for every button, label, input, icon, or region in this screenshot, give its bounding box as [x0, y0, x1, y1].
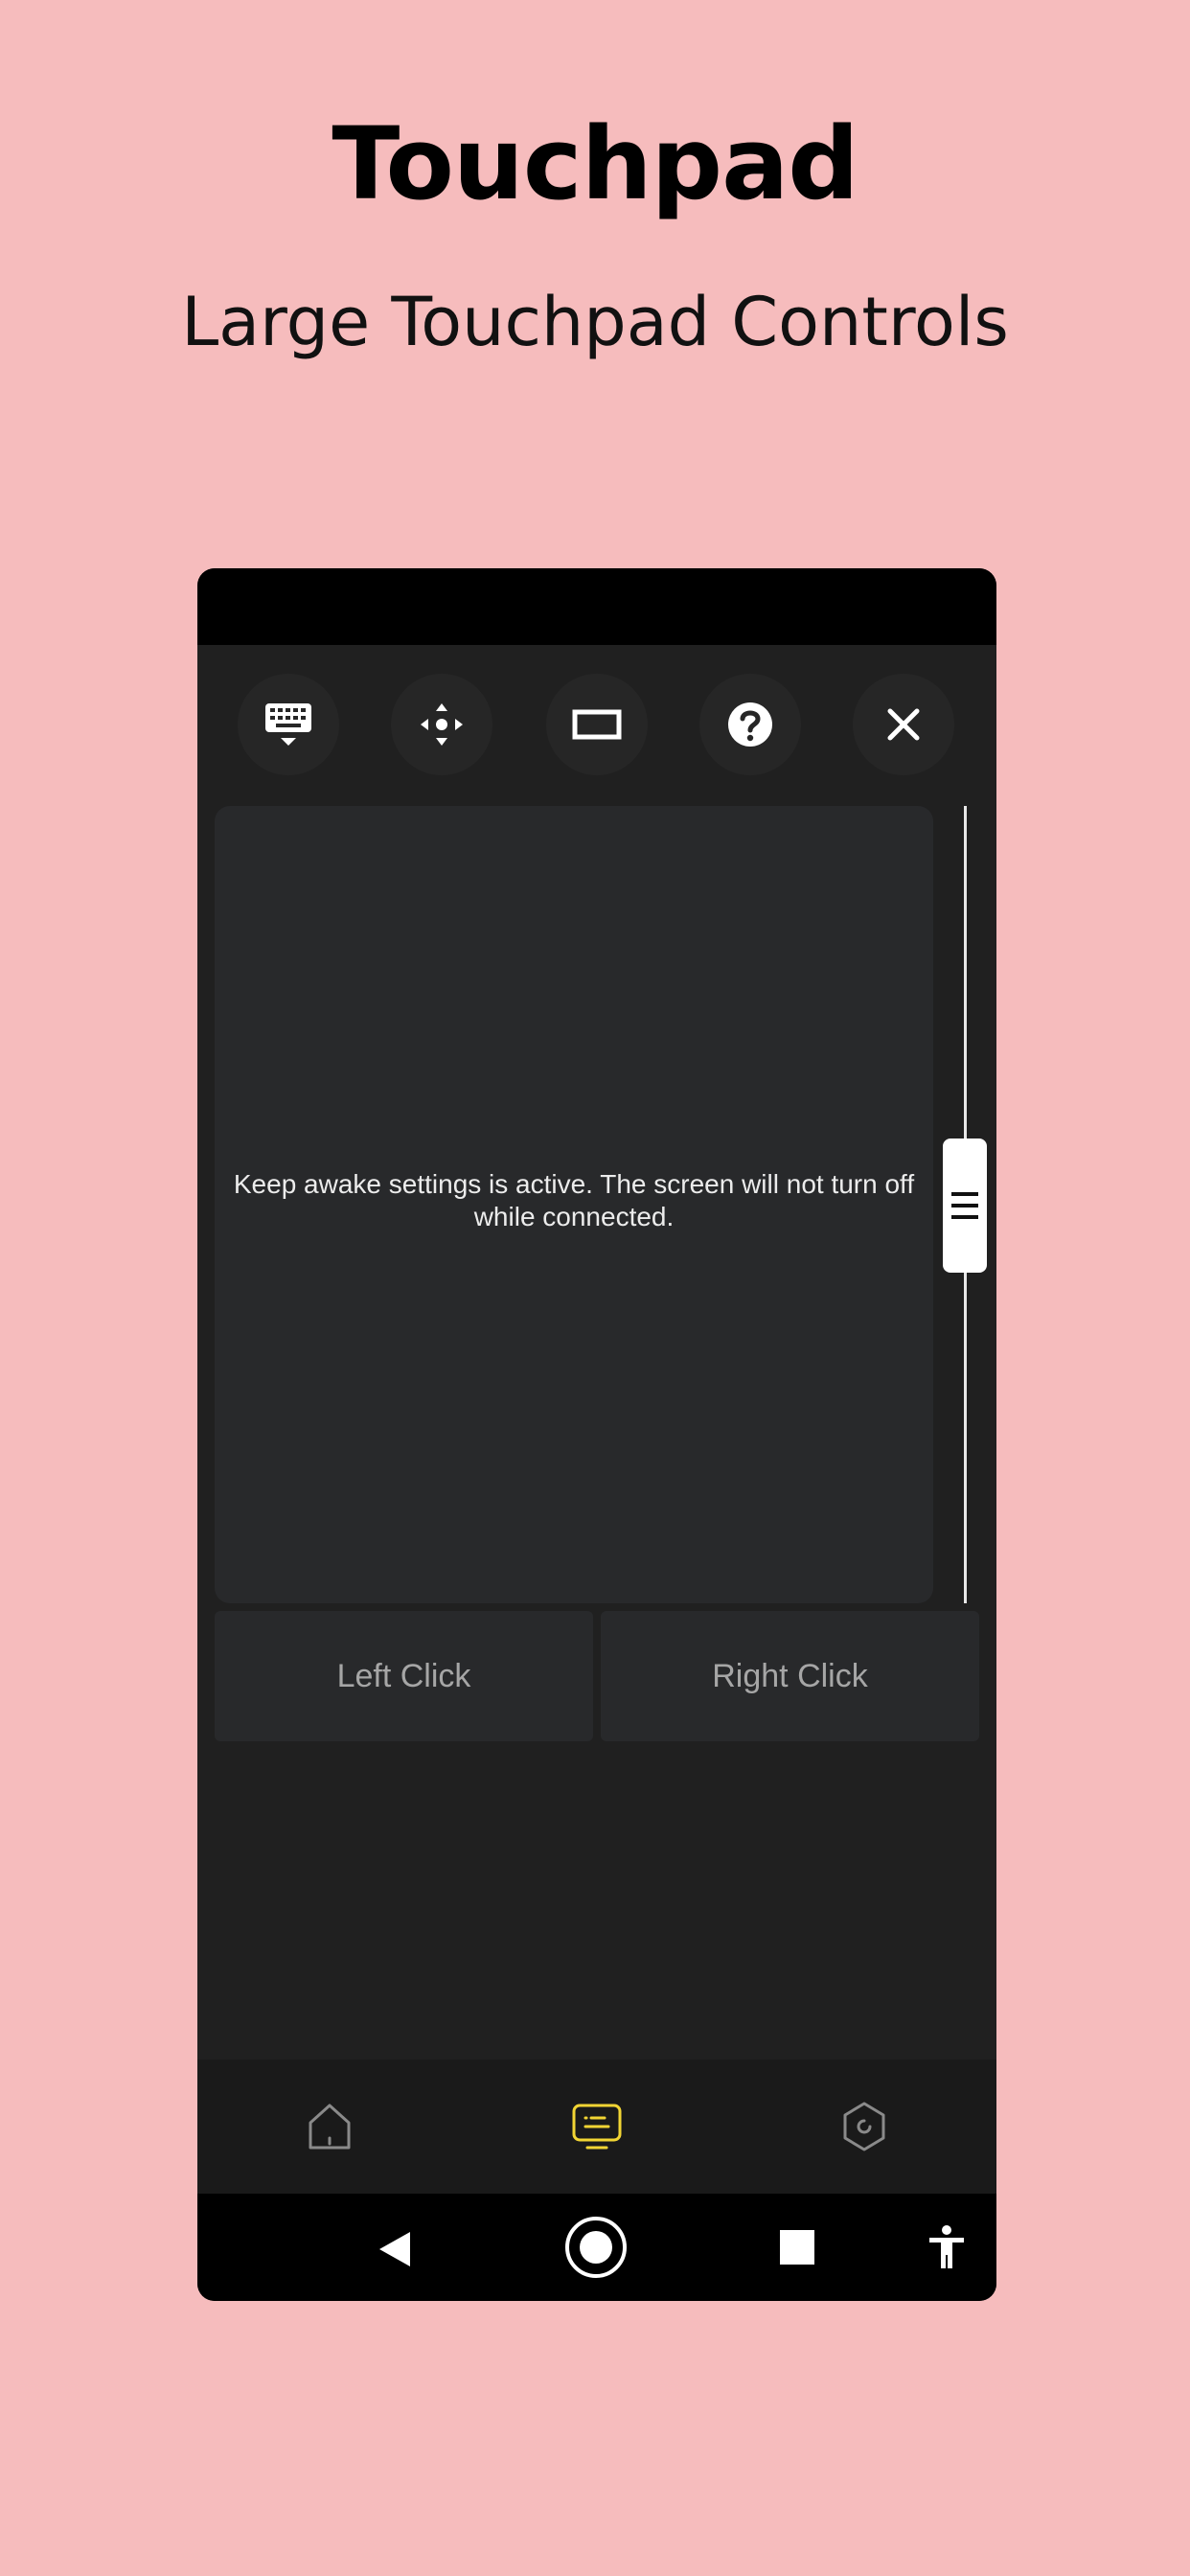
keyboard-icon	[265, 703, 311, 746]
nav-home[interactable]	[301, 2098, 358, 2155]
scroll-handle[interactable]	[943, 1138, 987, 1273]
status-bar	[197, 568, 996, 645]
home-icon	[309, 2104, 351, 2150]
drag-handle-icon	[951, 1192, 978, 1219]
phone-screen: Keep awake settings is active. The scree…	[197, 568, 996, 2301]
screen-icon	[572, 709, 622, 740]
remote-icon	[572, 2104, 622, 2150]
promo-title: Touchpad	[332, 105, 858, 222]
recents-icon[interactable]	[780, 2230, 814, 2265]
close-icon	[887, 708, 920, 741]
help-button[interactable]	[699, 674, 801, 775]
toolbar	[197, 674, 996, 779]
accessibility-icon[interactable]	[927, 2224, 966, 2270]
back-icon[interactable]	[378, 2230, 412, 2268]
bottom-nav	[197, 2059, 996, 2194]
nav-settings[interactable]	[835, 2098, 893, 2155]
keyboard-button[interactable]	[238, 674, 339, 775]
nav-remote[interactable]	[568, 2098, 626, 2155]
close-button[interactable]	[853, 674, 954, 775]
promo-subtitle: Large Touchpad Controls	[181, 283, 1009, 361]
settings-icon	[843, 2102, 885, 2151]
home-circle-icon[interactable]	[563, 2215, 629, 2280]
move-button[interactable]	[391, 674, 492, 775]
keep-awake-message: Keep awake settings is active. The scree…	[233, 1169, 915, 1231]
help-icon	[728, 702, 772, 747]
touchpad-area[interactable]: Keep awake settings is active. The scree…	[215, 806, 933, 1603]
system-nav-bar	[197, 2194, 996, 2301]
screen-button[interactable]	[546, 674, 648, 775]
left-click-button[interactable]: Left Click	[215, 1611, 593, 1741]
right-click-button[interactable]: Right Click	[601, 1611, 979, 1741]
move-icon	[421, 703, 463, 746]
